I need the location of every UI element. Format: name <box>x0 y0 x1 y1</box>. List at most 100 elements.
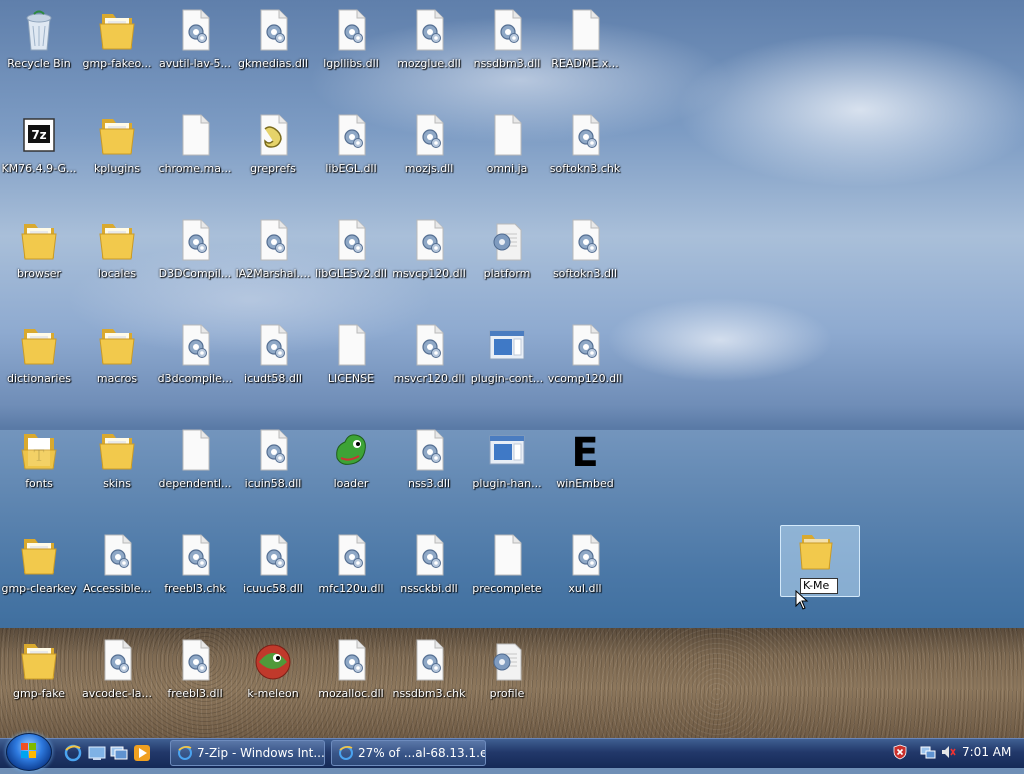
desktop-icon[interactable]: avcodec-la... <box>78 634 156 734</box>
desktop-icon-label: d3dcompile... <box>157 372 233 385</box>
desktop-icon[interactable]: chrome.ma... <box>156 109 234 209</box>
desktop-icon[interactable]: browser <box>0 214 78 314</box>
media-player-icon[interactable] <box>133 744 151 762</box>
desktop-icon[interactable]: icuuc58.dll <box>234 529 312 629</box>
desktop-icon[interactable]: libGLESv2.dll <box>312 214 390 314</box>
desktop-icon-label: icuin58.dll <box>244 477 302 490</box>
desktop-icon[interactable]: icuin58.dll <box>234 424 312 524</box>
folder-icon <box>99 224 135 260</box>
desktop-icon[interactable]: Recycle Bin <box>0 4 78 104</box>
desktop-icon[interactable]: dictionaries <box>0 319 78 419</box>
desktop-icon[interactable]: freebl3.dll <box>156 634 234 734</box>
dll-file-icon <box>338 639 366 681</box>
desktop-icon[interactable]: msvcp120.dll <box>390 214 468 314</box>
desktop-icon[interactable]: Accessible... <box>78 529 156 629</box>
internet-explorer-icon <box>339 745 353 760</box>
desktop-icon[interactable]: gmp-clearkey <box>0 529 78 629</box>
desktop-icon[interactable]: D3DCompil... <box>156 214 234 314</box>
desktop-icon[interactable]: plugin-han... <box>468 424 546 524</box>
dll-file-icon <box>416 324 444 366</box>
desktop-icon-label: platform <box>483 267 531 280</box>
desktop-icon-label: nssdbm3.dll <box>473 57 541 70</box>
desktop-icon[interactable]: gkmedias.dll <box>234 4 312 104</box>
desktop-icon-label: avutil-lav-5... <box>158 57 232 70</box>
desktop-icon[interactable]: mozglue.dll <box>390 4 468 104</box>
desktop-icon[interactable]: greprefs <box>234 109 312 209</box>
dll-file-icon <box>572 324 600 366</box>
start-button[interactable] <box>6 733 52 771</box>
desktop-icon[interactable]: freebl3.chk <box>156 529 234 629</box>
desktop-icon[interactable]: softokn3.chk <box>546 109 624 209</box>
desktop-icon[interactable]: README.x... <box>546 4 624 104</box>
desktop-icon[interactable]: mozalloc.dll <box>312 634 390 734</box>
fonts-folder-icon: T <box>21 434 57 470</box>
taskbar-window-label: 7-Zip - Windows Int... <box>197 746 325 760</box>
desktop-icon[interactable]: d3dcompile... <box>156 319 234 419</box>
dll-file-icon <box>260 9 288 51</box>
network-icon[interactable] <box>920 744 936 760</box>
desktop-icon[interactable]: locales <box>78 214 156 314</box>
desktop-icon[interactable]: platform <box>468 214 546 314</box>
desktop-icon[interactable]: Tfonts <box>0 424 78 524</box>
desktop-icon[interactable]: vcomp120.dll <box>546 319 624 419</box>
desktop-icon-label: icuuc58.dll <box>243 582 303 595</box>
desktop-icon-label: macros <box>96 372 138 385</box>
desktop-icon-label: IA2Marshal.... <box>235 267 311 280</box>
file-icon <box>572 9 600 51</box>
desktop-icon[interactable]: softokn3.dll <box>546 214 624 314</box>
desktop-icon[interactable]: precomplete <box>468 529 546 629</box>
switch-windows-icon[interactable] <box>110 744 128 762</box>
desktop-icon[interactable]: mozjs.dll <box>390 109 468 209</box>
desktop-icon[interactable]: avutil-lav-5... <box>156 4 234 104</box>
archive-icon: 7z <box>23 118 55 152</box>
windows-logo-icon <box>21 743 36 758</box>
desktop-icon[interactable]: libEGL.dll <box>312 109 390 209</box>
desktop-icon[interactable]: nssckbi.dll <box>390 529 468 629</box>
volume-muted-icon[interactable] <box>940 744 956 760</box>
desktop-icon[interactable]: profile <box>468 634 546 734</box>
dll-file-icon <box>260 429 288 471</box>
desktop-icon[interactable]: 7z KM76.4.9-G... <box>0 109 78 209</box>
taskbar-window-download[interactable]: 27% of ...al-68.13.1.e... <box>331 740 486 766</box>
svg-text:E: E <box>571 430 598 472</box>
desktop-icon[interactable]: gmp-fake <box>0 634 78 734</box>
desktop-icon[interactable]: lgpllibs.dll <box>312 4 390 104</box>
desktop-icon[interactable]: xul.dll <box>546 529 624 629</box>
recycle-bin-icon <box>26 10 52 51</box>
desktop-icon[interactable]: plugin-cont... <box>468 319 546 419</box>
desktop-icon[interactable]: EwinEmbed <box>546 424 624 524</box>
desktop-icon[interactable]: icudt58.dll <box>234 319 312 419</box>
desktop-icon[interactable]: macros <box>78 319 156 419</box>
desktop-icon[interactable]: loader <box>312 424 390 524</box>
desktop-icon[interactable]: omni.ja <box>468 109 546 209</box>
desktop-icon[interactable]: nssdbm3.dll <box>468 4 546 104</box>
desktop-icon[interactable]: dependentl... <box>156 424 234 524</box>
desktop-icon-label: gmp-fake <box>12 687 65 700</box>
desktop-icon[interactable]: IA2Marshal.... <box>234 214 312 314</box>
show-desktop-icon[interactable] <box>88 744 106 762</box>
desktop-icon[interactable]: msvcr120.dll <box>390 319 468 419</box>
internet-explorer-icon[interactable] <box>64 744 82 762</box>
desktop-icon-label: nssckbi.dll <box>400 582 458 595</box>
file-icon <box>338 324 366 366</box>
desktop-icon[interactable]: LICENSE <box>312 319 390 419</box>
desktop-icon[interactable]: nss3.dll <box>390 424 468 524</box>
dll-file-icon <box>572 219 600 261</box>
desktop-icon[interactable]: kplugins <box>78 109 156 209</box>
desktop-icon[interactable]: skins <box>78 424 156 524</box>
loader-icon <box>336 434 366 465</box>
desktop-icon[interactable]: nssdbm3.chk <box>390 634 468 734</box>
taskbar-window-7zip[interactable]: 7-Zip - Windows Int... <box>170 740 325 766</box>
dll-file-icon <box>416 9 444 51</box>
desktop-icon-label: softokn3.dll <box>552 267 618 280</box>
desktop-icon-label: Accessible... <box>82 582 151 595</box>
desktop-icon-label: loader <box>333 477 369 490</box>
winembed-icon: E <box>571 430 598 472</box>
desktop-icon-label: k-meleon <box>247 687 299 700</box>
desktop-icon[interactable]: gmp-fakeo... <box>78 4 156 104</box>
security-alert-icon[interactable] <box>892 744 908 760</box>
desktop-icon-label: winEmbed <box>556 477 614 490</box>
system-clock[interactable]: 7:01 AM <box>962 745 1012 759</box>
desktop-icon[interactable]: k-meleon <box>234 634 312 734</box>
desktop-icon[interactable]: mfc120u.dll <box>312 529 390 629</box>
